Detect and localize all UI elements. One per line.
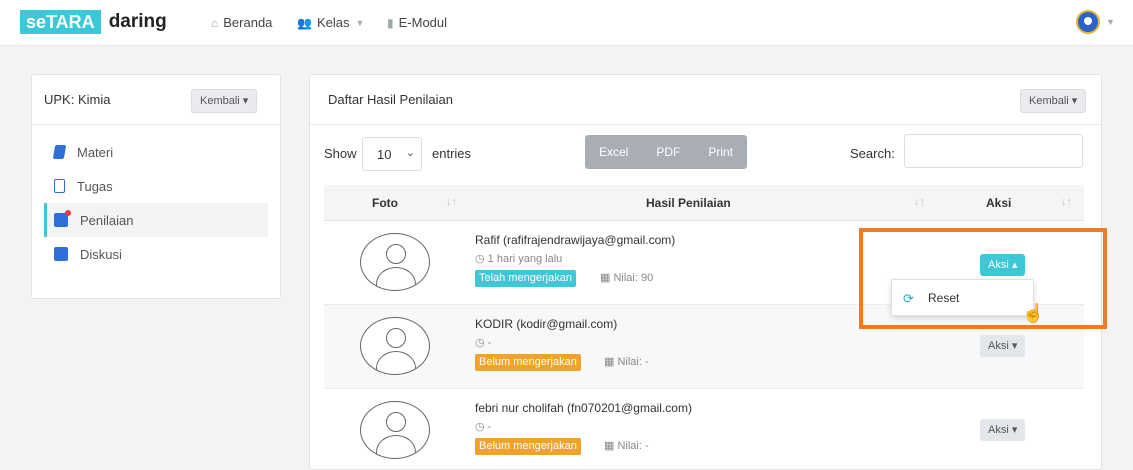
sidebar-header: UPK: Kimia Kembali ▾ xyxy=(32,75,280,125)
nav-item-label: Kelas xyxy=(316,15,350,30)
status-badge: Telah mengerjakan xyxy=(475,270,576,287)
table-row: febri nur cholifah (fn070201@gmail.com) … xyxy=(324,389,1084,470)
highlight-box xyxy=(859,228,1107,329)
clock-icon: ◷ xyxy=(475,337,485,349)
score-value: ▦ Nilai: - xyxy=(604,356,649,368)
sidebar-item-label: Diskusi xyxy=(80,246,122,262)
sort-icon[interactable]: ↓↑ xyxy=(446,196,457,208)
sidebar-card: UPK: Kimia Kembali ▾ Materi Tugas Penila… xyxy=(31,74,281,299)
nav-item-label: E-Modul xyxy=(398,15,448,30)
print-button[interactable]: Print xyxy=(694,135,747,169)
top-navbar: seTARA daring ⌂ Beranda 👥 Kelas ▼ ▮ E-Mo… xyxy=(0,0,1133,46)
score-value: ▦ Nilai: - xyxy=(604,440,649,452)
export-button-group: Excel PDF Print xyxy=(585,135,748,169)
back-button-label: Kembali xyxy=(200,95,240,107)
status-badge: Belum mengerjakan xyxy=(475,438,581,455)
clock-icon: ◷ xyxy=(475,421,485,433)
user-avatar[interactable] xyxy=(1076,10,1100,34)
sidebar-menu: Materi Tugas Penilaian Diskusi xyxy=(44,135,268,271)
home-icon: ⌂ xyxy=(211,15,219,30)
back-button[interactable]: Kembali ▾ xyxy=(191,89,258,113)
student-name: Rafif (rafifrajendrawijaya@gmail.com) xyxy=(475,233,676,247)
column-header-foto[interactable]: Foto xyxy=(372,196,398,210)
back-button[interactable]: Kembali ▾ xyxy=(1020,89,1087,113)
page-title: Daftar Hasil Penilaian xyxy=(328,92,454,107)
status-badge: Belum mengerjakan xyxy=(475,354,581,371)
chat-icon xyxy=(54,247,68,261)
logo-text-daring: daring xyxy=(108,11,167,32)
sidebar-item-diskusi[interactable]: Diskusi xyxy=(44,237,268,271)
chevron-down-icon: ▼ xyxy=(355,17,365,28)
submission-time: ◷ - xyxy=(475,337,492,349)
sidebar-item-label: Materi xyxy=(77,144,114,160)
show-label: Show xyxy=(324,146,357,161)
sort-icon[interactable]: ↓↑ xyxy=(1061,196,1072,208)
student-avatar xyxy=(360,317,430,375)
sidebar-title: UPK: Kimia xyxy=(44,92,111,107)
sidebar-item-penilaian[interactable]: Penilaian xyxy=(44,203,268,237)
sort-icon[interactable]: ↓↑ xyxy=(914,196,925,208)
book-icon xyxy=(52,145,67,159)
users-icon: 👥 xyxy=(297,15,312,30)
back-button-label: Kembali xyxy=(1029,95,1069,107)
pdf-button[interactable]: PDF xyxy=(642,135,694,169)
file-icon xyxy=(54,179,65,193)
chevron-down-icon: ⌄ xyxy=(405,147,415,159)
student-avatar xyxy=(360,233,430,291)
entries-label: entries xyxy=(432,146,472,161)
nav-item-emodul[interactable]: ▮ E-Modul xyxy=(387,15,447,30)
table-icon: ▦ xyxy=(604,440,615,452)
column-header-aksi[interactable]: Aksi xyxy=(986,196,1011,210)
app-logo[interactable]: seTARA daring xyxy=(20,10,167,34)
nav-item-beranda[interactable]: ⌂ Beranda xyxy=(211,15,272,30)
student-name: KODIR (kodir@gmail.com) xyxy=(475,317,618,331)
chevron-down-icon[interactable]: ▼ xyxy=(1106,17,1115,27)
aksi-button[interactable]: Aksi ▾ xyxy=(980,419,1026,441)
submission-time: ◷ - xyxy=(475,421,492,433)
book-icon: ▮ xyxy=(387,15,394,30)
nav-item-kelas[interactable]: 👥 Kelas ▼ xyxy=(297,15,364,30)
nav-item-label: Beranda xyxy=(223,15,273,30)
excel-button[interactable]: Excel xyxy=(585,135,642,169)
aksi-button[interactable]: Aksi ▾ xyxy=(980,335,1026,357)
grade-icon xyxy=(54,210,71,227)
sidebar-item-tugas[interactable]: Tugas xyxy=(44,169,268,203)
table-header: Foto ↓↑ Hasil Penilaian ↓↑ Aksi ↓↑ xyxy=(324,185,1084,221)
score-value: ▦ Nilai: 90 xyxy=(600,272,654,284)
logo-text-setara: seTARA xyxy=(20,10,101,34)
table-icon: ▦ xyxy=(600,272,611,284)
submission-time: ◷ 1 hari yang lalu xyxy=(475,253,563,265)
results-header: Daftar Hasil Penilaian Kembali ▾ xyxy=(310,75,1101,125)
table-icon: ▦ xyxy=(604,356,615,368)
search-label: Search: xyxy=(850,146,895,161)
column-header-hasil[interactable]: Hasil Penilaian xyxy=(646,196,731,210)
student-name: febri nur cholifah (fn070201@gmail.com) xyxy=(475,401,692,415)
sidebar-item-label: Tugas xyxy=(77,178,113,194)
entries-value: 10 xyxy=(377,147,392,162)
clock-icon: ◷ xyxy=(475,253,485,265)
entries-select[interactable]: 10 ⌄ xyxy=(362,137,422,171)
student-avatar xyxy=(360,401,430,459)
sidebar-item-materi[interactable]: Materi xyxy=(44,135,268,169)
sidebar-item-label: Penilaian xyxy=(80,212,134,228)
search-input[interactable] xyxy=(904,134,1083,168)
